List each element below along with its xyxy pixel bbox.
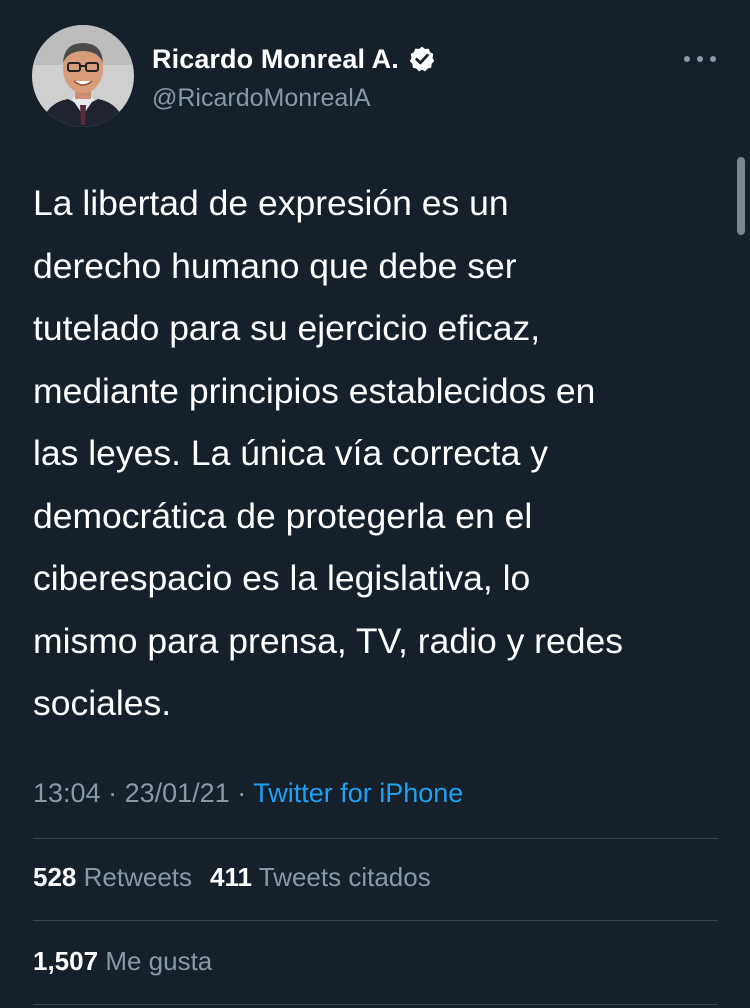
tweet-text: La libertad de expresión es un derecho h…	[33, 183, 623, 723]
tweet-time: 13:04	[33, 778, 101, 808]
tweet-date: 23/01/21	[124, 778, 230, 808]
retweets-label: Retweets	[83, 862, 193, 892]
verified-badge-icon	[408, 45, 436, 73]
meta-separator: ·	[100, 778, 125, 808]
quote-tweets-stat[interactable]: 411 Tweets citados	[210, 862, 431, 892]
user-handle[interactable]: @RicardoMonrealA	[152, 84, 371, 113]
more-options-icon[interactable]	[680, 44, 720, 74]
display-name[interactable]: Ricardo Monreal A.	[152, 44, 399, 75]
divider	[33, 1004, 718, 1005]
meta-separator: ·	[229, 778, 254, 808]
likes-count: 1,507	[33, 946, 99, 976]
likes-label: Me gusta	[105, 946, 213, 976]
quotes-label: Tweets citados	[258, 862, 431, 892]
author-name-row[interactable]: Ricardo Monreal A.	[152, 42, 436, 76]
tweet-metadata: 13:04 · 23/01/21 · Twitter for iPhone	[33, 778, 463, 809]
likes-stat-row: 1,507 Me gusta	[33, 946, 212, 977]
profile-photo	[32, 25, 134, 127]
tweet-source-link[interactable]: Twitter for iPhone	[253, 778, 463, 808]
divider	[33, 920, 718, 921]
likes-stat[interactable]: 1,507 Me gusta	[33, 946, 212, 976]
scrollbar[interactable]	[737, 157, 745, 235]
retweets-count: 528	[33, 862, 77, 892]
avatar[interactable]	[32, 25, 134, 127]
quotes-count: 411	[210, 862, 252, 892]
retweets-stat[interactable]: 528 Retweets	[33, 862, 192, 892]
engagement-stats-row: 528 Retweets 411 Tweets citados	[33, 862, 431, 893]
divider	[33, 838, 718, 839]
